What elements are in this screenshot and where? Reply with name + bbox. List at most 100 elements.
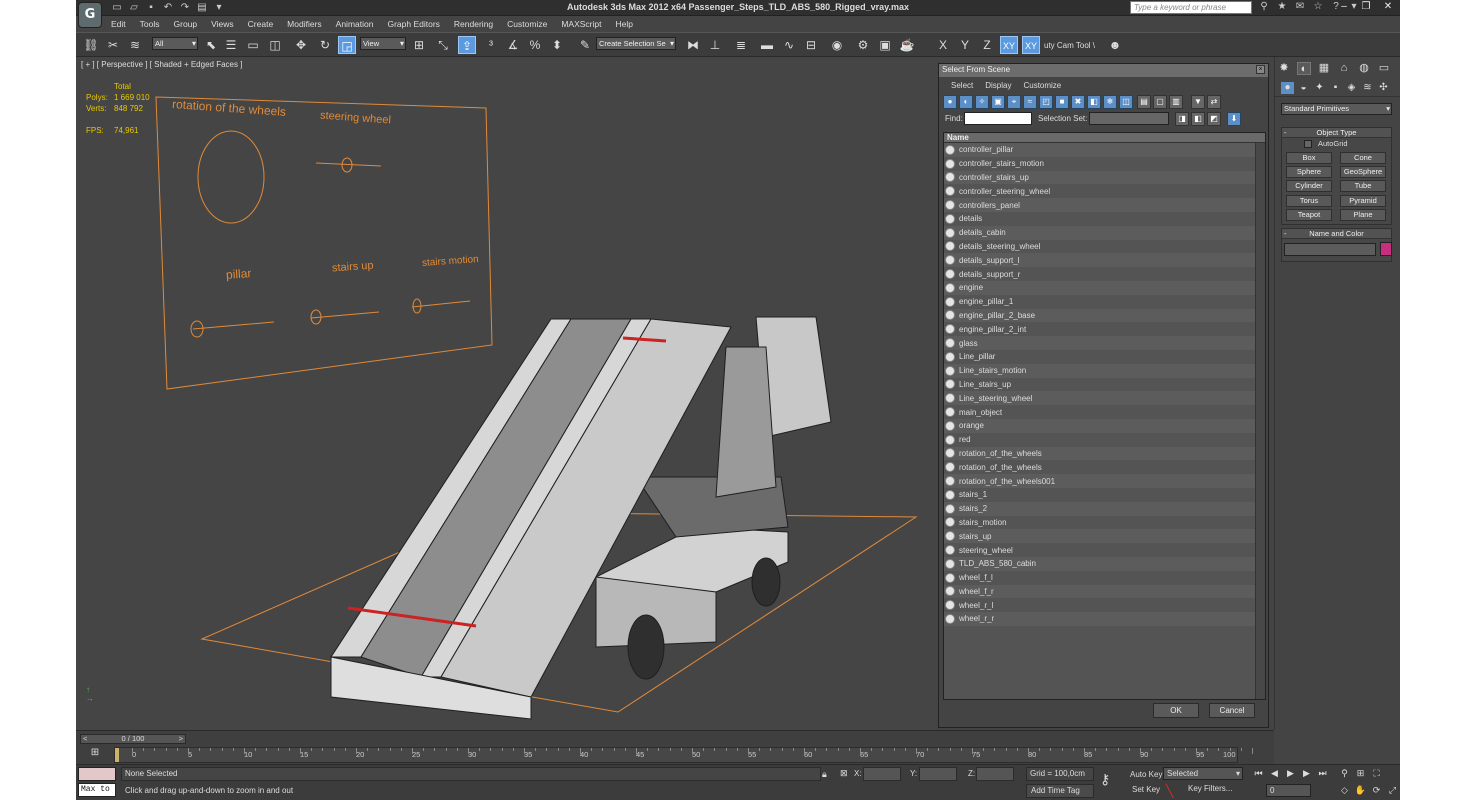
- cone-button[interactable]: Cone: [1340, 152, 1386, 164]
- edit-named-selection-icon[interactable]: ✎: [576, 36, 594, 54]
- schematic-view-icon[interactable]: ⊟: [802, 36, 820, 54]
- cameras-icon[interactable]: ▪: [1329, 82, 1342, 94]
- list-item[interactable]: wheel_r_l: [944, 598, 1255, 612]
- dialog-menu-select[interactable]: Select: [945, 79, 979, 93]
- list-item[interactable]: details_cabin: [944, 225, 1255, 240]
- menu-edit[interactable]: Edit: [104, 17, 133, 31]
- qat-dropdown-icon[interactable]: ▾: [212, 2, 226, 13]
- select-invert-icon[interactable]: ▥: [1169, 95, 1183, 109]
- time-slider[interactable]: 0 / 100: [80, 734, 186, 744]
- undo-icon[interactable]: ↶: [161, 2, 175, 13]
- key-selection-dropdown[interactable]: Selected: [1163, 767, 1243, 780]
- save-icon[interactable]: ▪: [144, 2, 158, 13]
- selection-set-add-icon[interactable]: ◨: [1175, 112, 1189, 126]
- menu-customize[interactable]: Customize: [500, 17, 554, 31]
- select-object-icon[interactable]: ⬉: [202, 36, 220, 54]
- zoom-extents-icon[interactable]: ⛶: [1370, 767, 1383, 779]
- keyboard-shortcut-override-icon[interactable]: ⇪: [458, 36, 476, 54]
- object-color-swatch[interactable]: [1380, 242, 1392, 256]
- display-helpers-icon[interactable]: ⌖: [1007, 95, 1021, 109]
- list-item[interactable]: details_support_r: [944, 267, 1255, 281]
- hierarchy-tab-icon[interactable]: ⌂: [1337, 62, 1351, 75]
- maximize-button[interactable]: ❐: [1356, 0, 1376, 14]
- selection-set-edit-icon[interactable]: ◩: [1207, 112, 1221, 126]
- menu-group[interactable]: Group: [167, 17, 205, 31]
- dialog-menu-display[interactable]: Display: [979, 79, 1017, 93]
- cam-tool-icon[interactable]: ☻: [1106, 36, 1124, 54]
- subscription-icon[interactable]: ★: [1276, 1, 1288, 12]
- lock-selection-icon[interactable]: 🔒︎: [822, 769, 827, 780]
- new-file-icon[interactable]: ▭: [110, 2, 124, 13]
- menu-help[interactable]: Help: [608, 17, 639, 31]
- favorites-icon[interactable]: ☆: [1312, 1, 1324, 12]
- y-coordinate-field[interactable]: [919, 767, 957, 781]
- close-button[interactable]: ✕: [1378, 0, 1398, 14]
- maximize-viewport-icon[interactable]: ⤢: [1386, 784, 1399, 796]
- axis-xy-cycle-button[interactable]: XY: [1022, 36, 1040, 54]
- minimize-button[interactable]: –: [1334, 0, 1354, 14]
- spinner-snap-icon[interactable]: ⬍: [548, 36, 566, 54]
- primitive-category-dropdown[interactable]: Standard Primitives: [1281, 103, 1392, 115]
- list-item[interactable]: Line_stairs_motion: [944, 363, 1255, 378]
- open-file-icon[interactable]: ▱: [127, 2, 141, 13]
- list-item[interactable]: controller_stairs_up: [944, 170, 1255, 185]
- add-time-tag-button[interactable]: Add Time Tag: [1026, 784, 1094, 798]
- list-item[interactable]: stairs_1: [944, 488, 1255, 502]
- axis-xy-button[interactable]: XY: [1000, 36, 1018, 54]
- select-scale-icon[interactable]: ◲: [338, 36, 356, 54]
- select-none-icon[interactable]: ▢: [1153, 95, 1167, 109]
- cancel-button[interactable]: Cancel: [1209, 703, 1255, 718]
- list-item[interactable]: wheel_f_l: [944, 571, 1255, 585]
- rendered-frame-window-icon[interactable]: ▣: [876, 36, 894, 54]
- orbit-icon[interactable]: ⟳: [1370, 784, 1383, 796]
- perspective-viewport[interactable]: [ + ] [ Perspective ] [ Shaded + Edged F…: [76, 57, 938, 729]
- column-header-name[interactable]: Name: [944, 133, 1265, 143]
- display-frozen-icon[interactable]: ❄: [1103, 95, 1117, 109]
- selection-set-dropdown[interactable]: [1089, 112, 1169, 125]
- list-item[interactable]: engine_pillar_2_int: [944, 322, 1255, 336]
- redo-icon[interactable]: ↷: [178, 2, 192, 13]
- go-to-start-icon[interactable]: ⏮: [1252, 767, 1265, 779]
- list-item[interactable]: controller_stairs_motion: [944, 157, 1255, 171]
- geometry-icon[interactable]: ●: [1281, 82, 1294, 94]
- list-item[interactable]: Line_pillar: [944, 350, 1255, 364]
- motion-tab-icon[interactable]: ◍: [1357, 62, 1371, 75]
- material-editor-icon[interactable]: ◉: [828, 36, 846, 54]
- next-frame-icon[interactable]: ▶: [1300, 767, 1313, 779]
- snaps-toggle-icon[interactable]: ³: [482, 36, 500, 54]
- list-item[interactable]: steering_wheel: [944, 543, 1255, 557]
- display-xrefs-icon[interactable]: ■: [1055, 95, 1069, 109]
- list-item[interactable]: rotation_of_the_wheels: [944, 460, 1255, 474]
- maxscript-mini-listener[interactable]: Max to: [78, 783, 116, 797]
- sphere-button[interactable]: Sphere: [1286, 166, 1332, 178]
- display-containers-icon[interactable]: ◧: [1087, 95, 1101, 109]
- auto-key-button[interactable]: Auto Key: [1130, 770, 1162, 779]
- absolute-mode-icon[interactable]: ⊠: [840, 768, 848, 779]
- display-geometry-icon[interactable]: ●: [943, 95, 957, 109]
- select-all-icon[interactable]: ▤: [1137, 95, 1151, 109]
- named-selection-dropdown[interactable]: Create Selection Se: [596, 37, 676, 50]
- list-item[interactable]: engine_pillar_2_base: [944, 308, 1255, 323]
- menu-animation[interactable]: Animation: [329, 17, 381, 31]
- display-shapes-icon[interactable]: ◐: [959, 95, 973, 109]
- object-name-input[interactable]: [1284, 243, 1376, 256]
- go-to-end-icon[interactable]: ⏭: [1316, 767, 1329, 779]
- dialog-menu-customize[interactable]: Customize: [1017, 79, 1067, 93]
- spacewarps-icon[interactable]: ≋: [1361, 82, 1374, 94]
- list-item[interactable]: controller_pillar: [944, 143, 1255, 157]
- menu-graph-editors[interactable]: Graph Editors: [380, 17, 446, 31]
- graphite-ribbon-icon[interactable]: ▬: [758, 36, 776, 54]
- keyword-search-input[interactable]: Type a keyword or phrase: [1130, 1, 1252, 14]
- filter-icon[interactable]: ▼: [1191, 95, 1205, 109]
- list-item[interactable]: controller_steering_wheel: [944, 184, 1255, 198]
- layer-manager-icon[interactable]: ≣: [732, 36, 750, 54]
- render-setup-icon[interactable]: ⚙: [854, 36, 872, 54]
- lights-icon[interactable]: ✦: [1313, 82, 1326, 94]
- display-groups-icon[interactable]: ◰: [1039, 95, 1053, 109]
- maxscript-listener-output[interactable]: [78, 767, 116, 781]
- play-icon[interactable]: ▶: [1284, 767, 1297, 779]
- unlink-icon[interactable]: ✂: [104, 36, 122, 54]
- previous-frame-icon[interactable]: ◀: [1268, 767, 1281, 779]
- list-item[interactable]: stairs_2: [944, 501, 1255, 516]
- display-bones-icon[interactable]: ✖: [1071, 95, 1085, 109]
